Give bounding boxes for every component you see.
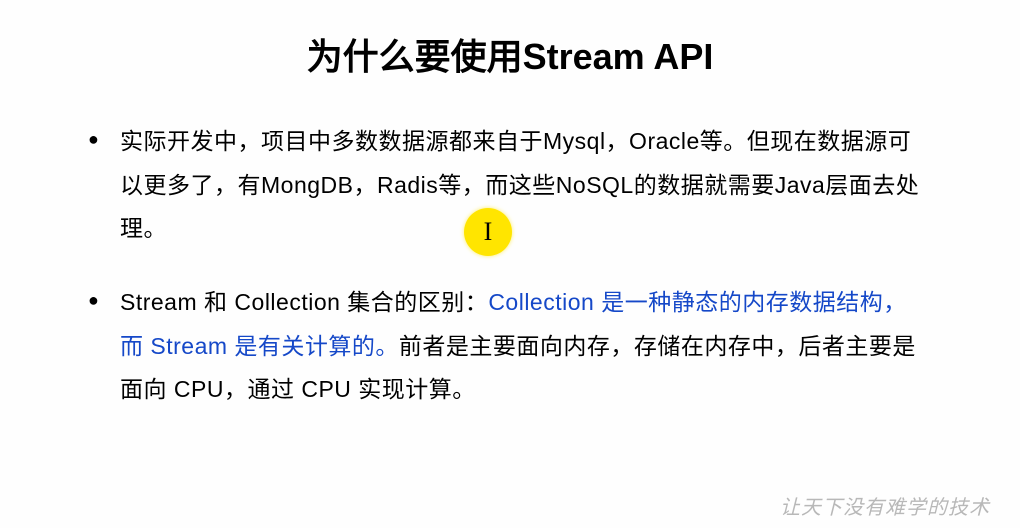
slide-content: 实际开发中，项目中多数数据源都来自于Mysql，Oracle等。但现在数据源可以…	[0, 120, 1020, 412]
watermark-text: 让天下没有难学的技术	[780, 491, 990, 520]
bullet-2-pre: Stream 和 Collection 集合的区别：	[120, 289, 488, 315]
slide-title: 为什么要使用Stream API	[0, 0, 1020, 120]
bullet-1: 实际开发中，项目中多数数据源都来自于Mysql，Oracle等。但现在数据源可以…	[120, 120, 930, 251]
text-cursor-icon: I	[484, 217, 493, 247]
bullet-1-text: 实际开发中，项目中多数数据源都来自于Mysql，Oracle等。但现在数据源可以…	[120, 128, 919, 241]
cursor-highlight-icon: I	[464, 208, 512, 256]
bullet-2: Stream 和 Collection 集合的区别：Collection 是一种…	[120, 281, 930, 412]
